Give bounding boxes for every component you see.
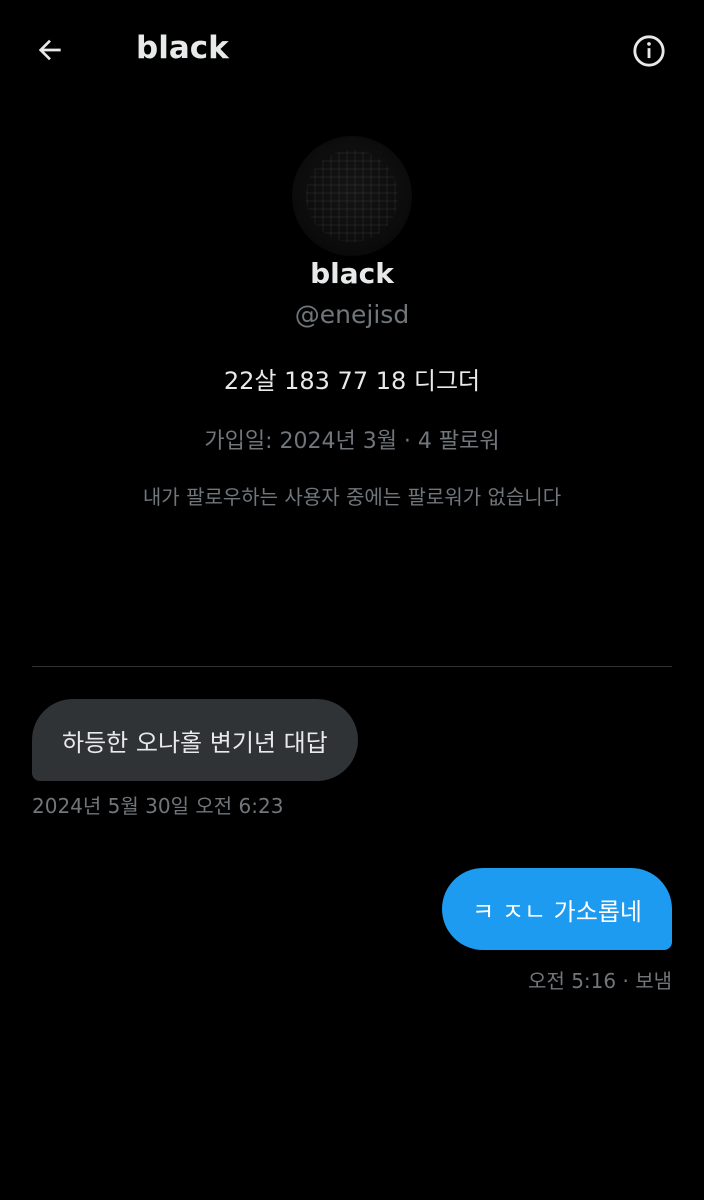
arrow-left-icon xyxy=(38,39,61,61)
sent-message-bubble[interactable]: ㅋ ㅈㄴ 가소롭네 xyxy=(442,868,672,950)
profile-display-name: black xyxy=(310,257,394,290)
top-bar: black xyxy=(0,0,704,100)
info-circle-icon xyxy=(633,35,665,67)
profile-bio: 22살 183 77 18 디그더 xyxy=(223,367,481,395)
message-text: ㅋ ㅈㄴ 가소롭네 xyxy=(472,897,642,926)
message-status: 오전 5:16 · 보냄 xyxy=(528,969,672,993)
mutual-followers-note: 내가 팔로우하는 사용자 중에는 팔로워가 없습니다 xyxy=(142,485,562,509)
profile-join-followers: 가입일: 2024년 3월 · 4 팔로워 xyxy=(204,429,500,454)
divider xyxy=(32,666,672,667)
avatar-pattern xyxy=(306,150,398,242)
message-text: 하등한 오나홀 변기년 대답 xyxy=(62,728,328,757)
back-button[interactable] xyxy=(28,28,72,72)
profile-handle: @enejisd xyxy=(294,300,410,329)
message-timestamp: 2024년 5월 30일 오전 6:23 xyxy=(32,794,284,818)
received-message-bubble[interactable]: 하등한 오나홀 변기년 대답 xyxy=(32,699,358,781)
info-button[interactable] xyxy=(626,28,672,74)
avatar[interactable] xyxy=(292,136,412,256)
conversation-title[interactable]: black xyxy=(136,28,229,68)
